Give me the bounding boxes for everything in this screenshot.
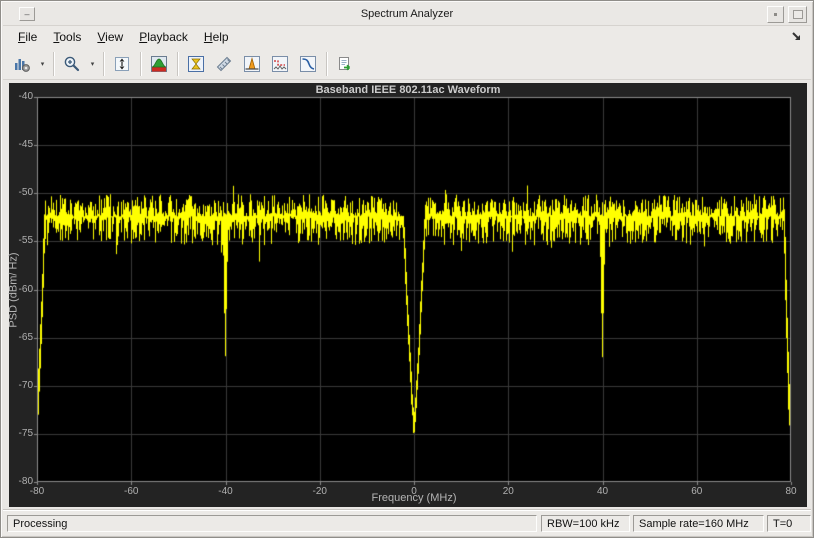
menu-playback[interactable]: Playback (131, 28, 196, 46)
minimize-icon (774, 13, 777, 16)
peak-finder-button[interactable] (238, 50, 266, 78)
toolbar-separator (326, 51, 327, 76)
export-data-icon (339, 56, 351, 70)
spectrum-plot-canvas[interactable] (9, 83, 807, 507)
spectral-mask-icon (272, 55, 288, 72)
titlebar-buttons (767, 6, 807, 23)
spectrum-settings-icon (151, 55, 167, 72)
ccdf-curve-icon (300, 55, 316, 72)
maximize-icon (792, 10, 803, 19)
status-sample-rate: Sample rate=160 MHz (633, 515, 764, 532)
peak-finder-icon (244, 55, 260, 72)
spectrum-config-dropdown[interactable]: ▾ (36, 50, 49, 78)
window-titlebar: – Spectrum Analyzer (3, 3, 811, 26)
spectrum-config-icon (15, 58, 30, 72)
plot-title: Baseband IEEE 802.11ac Waveform (315, 84, 501, 96)
spectral-mask-button[interactable] (266, 50, 294, 78)
cursor-measurements-icon (188, 55, 204, 72)
toolbar-separator (103, 51, 104, 76)
minimize-button[interactable] (767, 6, 784, 23)
dock-arrow-icon[interactable] (790, 30, 803, 43)
ruler-icon (216, 56, 232, 71)
status-bar: Processing RBW=100 kHz Sample rate=160 M… (3, 509, 811, 535)
spectrum-display: Baseband IEEE 802.11ac Waveform -80 -60 -4… (8, 83, 807, 507)
cursor-measurements-button[interactable] (182, 50, 210, 78)
spectrum-settings-button[interactable] (145, 50, 173, 78)
status-processing: Processing (7, 515, 537, 532)
distortion-measurements-button[interactable] (210, 50, 238, 78)
zoom-in-icon (64, 56, 80, 71)
spectrum-config-button[interactable] (8, 50, 36, 78)
spectrum-analyzer-window: – Spectrum Analyzer File Tools View Play… (0, 0, 814, 538)
toolbar-separator (53, 51, 54, 76)
zoom-dropdown[interactable]: ▾ (86, 50, 99, 78)
menu-tools[interactable]: Tools (45, 28, 89, 46)
menu-help[interactable]: Help (196, 28, 237, 46)
status-rbw: RBW=100 kHz (541, 515, 630, 532)
toolbar: ▾ ▾ (3, 48, 811, 80)
export-data-button[interactable] (331, 50, 359, 78)
fit-to-view-icon (115, 56, 129, 71)
menu-view[interactable]: View (89, 28, 131, 46)
toolbar-separator (177, 51, 178, 76)
maximize-button[interactable] (788, 6, 807, 23)
fit-to-view-button[interactable] (108, 50, 136, 78)
status-time: T=0 (767, 515, 811, 532)
y-axis-label: PSD (dBm/ Hz) (8, 251, 20, 328)
window-menu-dash-icon: – (24, 8, 30, 19)
toolbar-separator (140, 51, 141, 76)
ccdf-measurements-button[interactable] (294, 50, 322, 78)
menu-bar: File Tools View Playback Help (3, 26, 811, 48)
x-axis-label: Frequency (MHz) (371, 492, 457, 504)
menu-file[interactable]: File (10, 28, 45, 46)
zoom-in-button[interactable] (58, 50, 86, 78)
window-menu-button[interactable]: – (19, 7, 35, 21)
window-title: Spectrum Analyzer (360, 8, 454, 20)
